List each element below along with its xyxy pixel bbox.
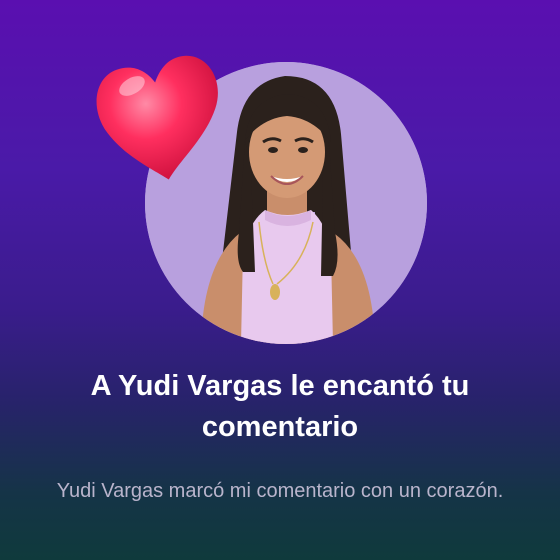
heart-icon	[96, 55, 218, 180]
notification-title: A Yudi Vargas le encantó tu comentario	[90, 370, 470, 443]
notification-message: Yudi Vargas marcó mi comentario con un c…	[56, 480, 504, 502]
